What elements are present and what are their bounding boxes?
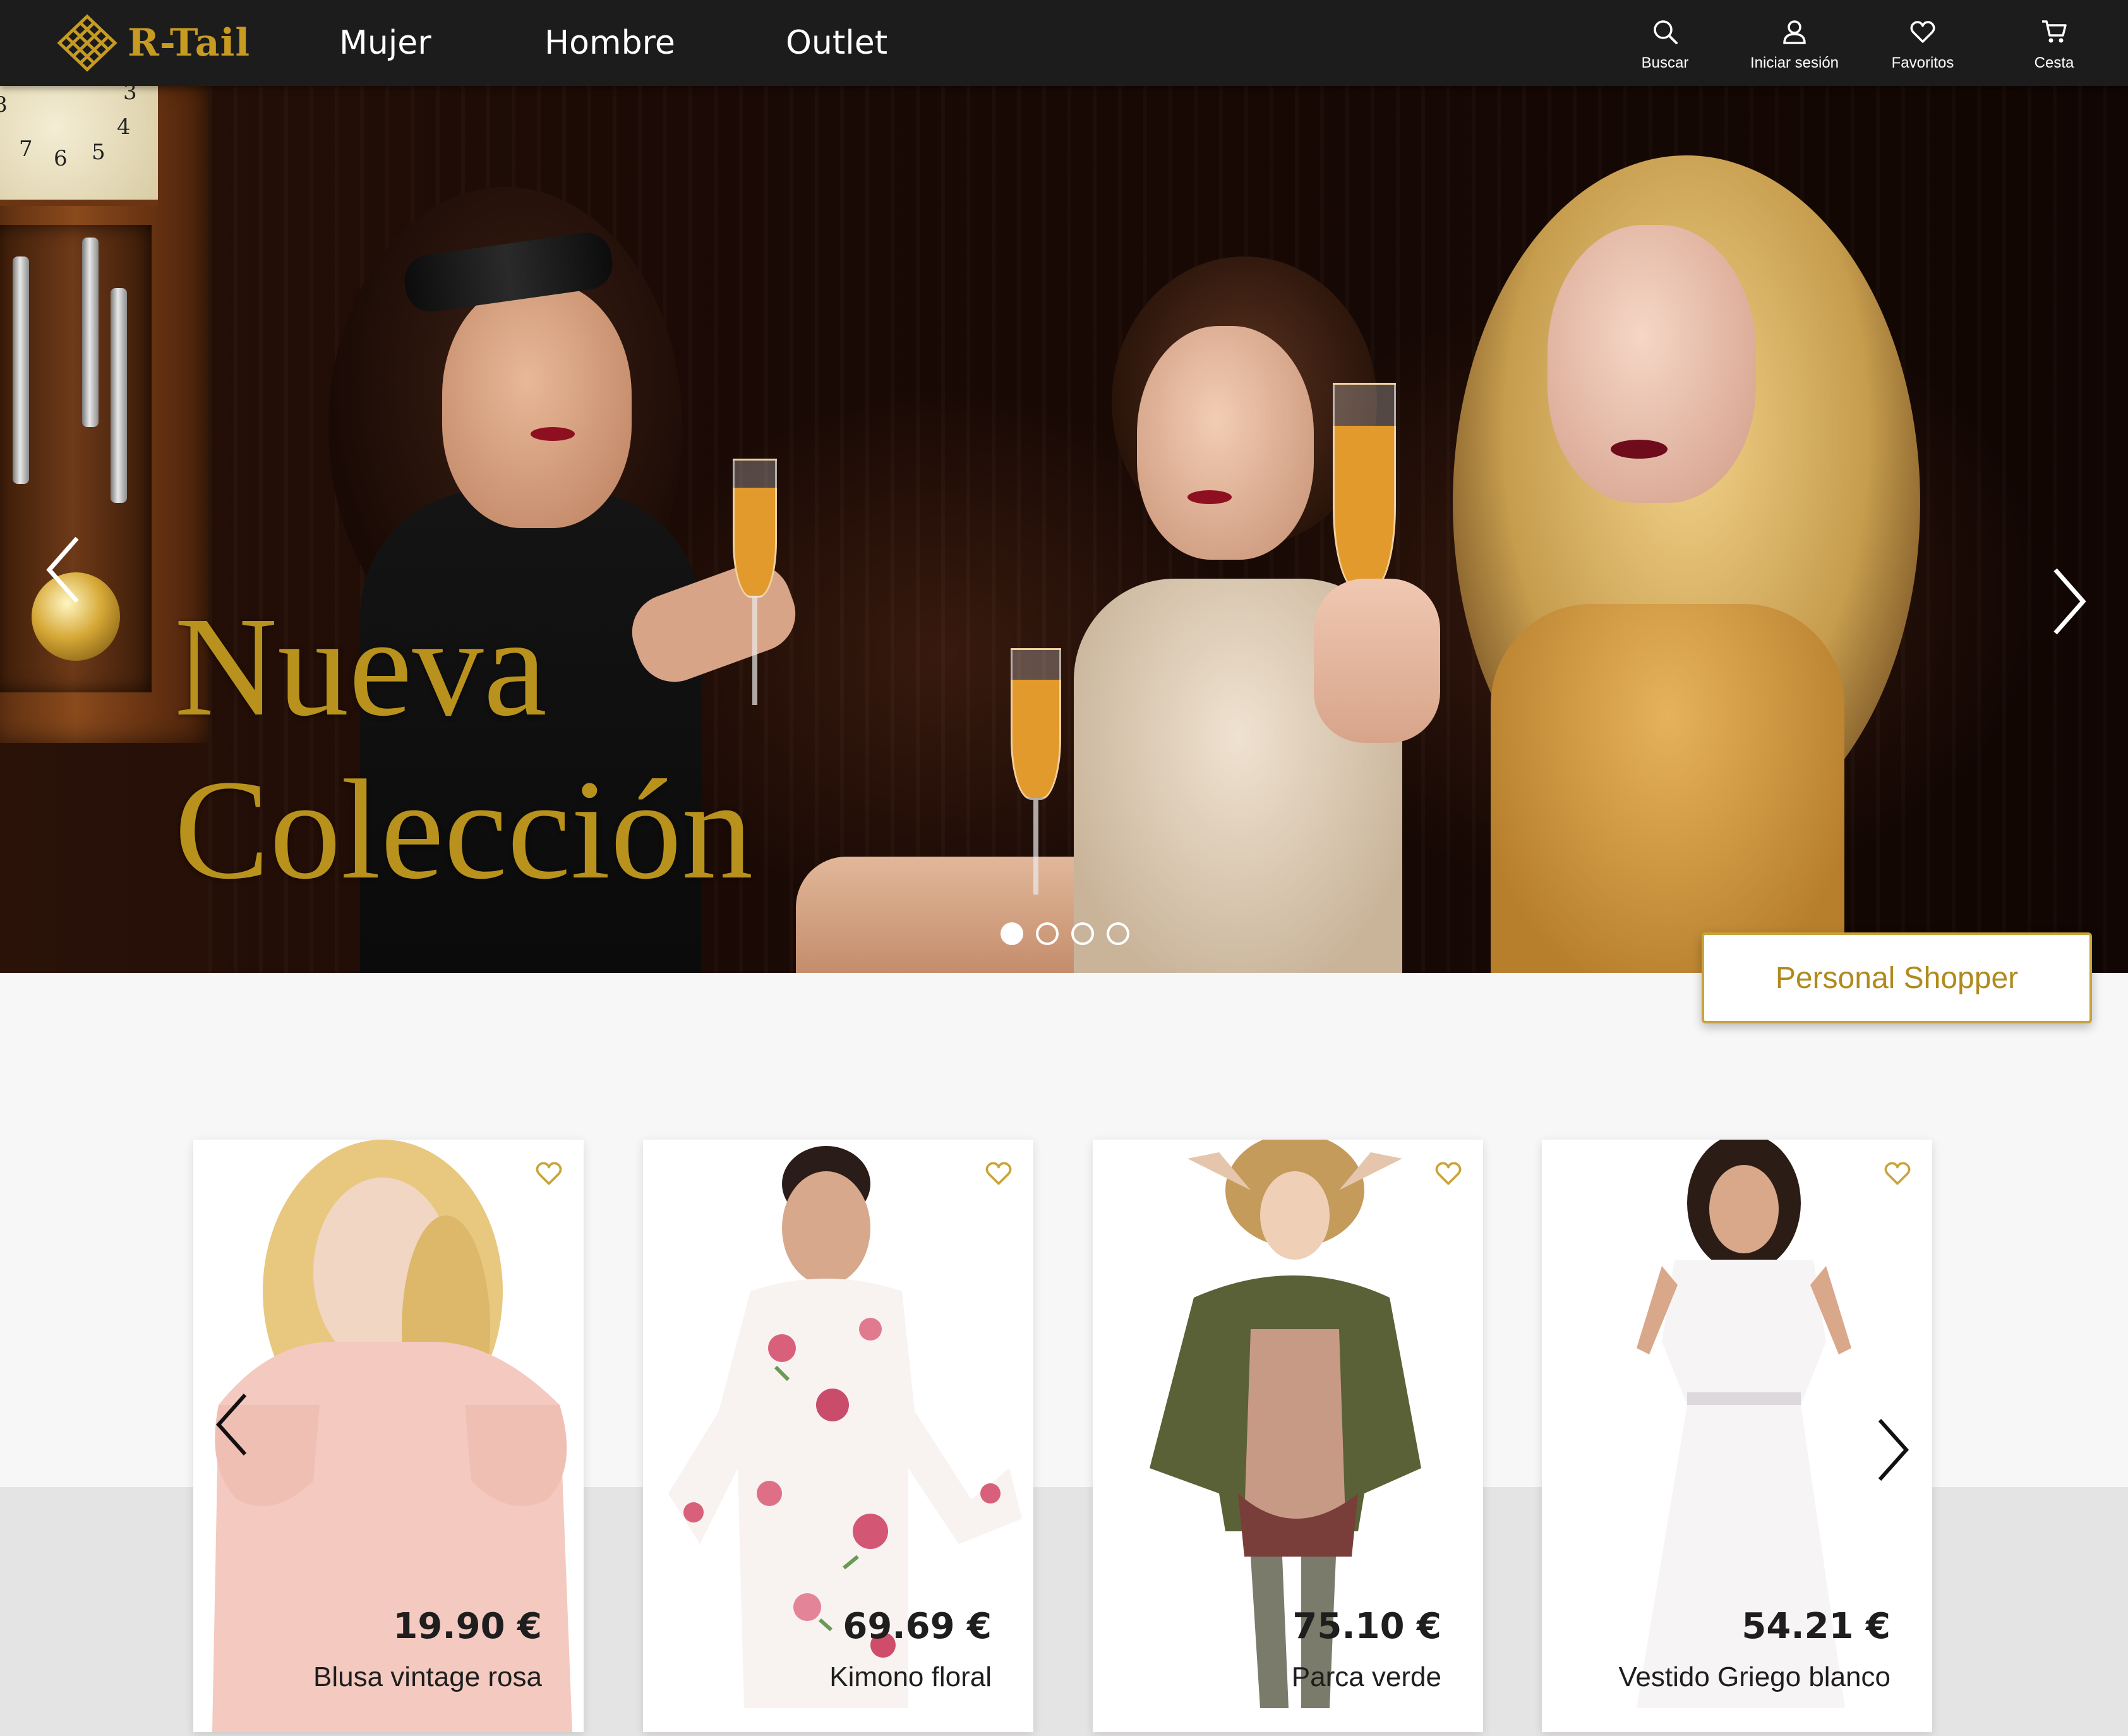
product-name[interactable]: Kimono floral [829,1661,992,1693]
brand-logo[interactable]: R-Tail [56,13,250,73]
chevron-left-icon [46,536,79,603]
clock-face: 8 7 6 5 4 3 [0,86,158,206]
carousel-pagination [1001,922,1129,945]
login-button[interactable]: Iniciar sesión [1725,18,1864,72]
clock-numeral: 4 [117,114,131,140]
nav-link-hombre[interactable]: Hombre [544,24,675,62]
heart-icon [1910,21,1935,43]
clock-numeral: 3 [123,86,137,105]
carousel-dot-4[interactable] [1107,922,1129,945]
clock-numeral: 5 [92,140,105,165]
favorite-heart-button[interactable] [534,1159,563,1188]
hero-prev-button[interactable] [42,532,86,608]
favorites-button[interactable]: Favoritos [1853,18,1992,72]
product-price: 69.69 € [843,1606,992,1647]
clock-numeral: 8 [0,92,8,118]
favorite-heart-button[interactable] [1434,1159,1463,1188]
top-navigation-bar: R-Tail Mujer Hombre Outlet Buscar Inicia… [0,0,2128,86]
hero-carousel: 8 7 6 5 4 3 Nueva Colección [0,86,2128,973]
product-price: 75.10 € [1292,1606,1441,1647]
logo-knot-icon [57,14,117,72]
hero-title: Nueva Colección [174,585,753,911]
product-name[interactable]: Vestido Griego blanco [1618,1661,1891,1693]
search-icon [1654,20,1678,44]
clock-weight [111,288,127,503]
chevron-right-icon [2053,568,2086,635]
products-prev-button[interactable] [212,1390,253,1459]
clock-weight [82,238,99,427]
brand-name: R-Tail [128,21,251,65]
hero-title-line-1: Nueva [174,588,547,745]
favorite-heart-button[interactable] [1883,1159,1912,1188]
login-label: Iniciar sesión [1750,54,1839,71]
product-card[interactable]: 69.69 € Kimono floral [643,1140,1033,1732]
cart-label: Cesta [2034,54,2074,71]
personal-shopper-button[interactable]: Personal Shopper [1702,932,2092,1023]
nav-link-mujer[interactable]: Mujer [339,24,431,62]
user-icon [1783,20,1806,44]
cart-button[interactable]: Cesta [1985,18,2124,72]
products-next-button[interactable] [1872,1415,1913,1485]
clock-numeral: 6 [54,146,68,171]
nav-link-outlet[interactable]: Outlet [786,24,887,62]
clock-weight [13,256,29,484]
heart-outline-icon [1884,1162,1911,1185]
carousel-dot-1[interactable] [1001,922,1023,945]
product-price: 19.90 € [393,1606,542,1647]
hero-title-line-2: Colección [174,750,754,908]
chevron-right-icon [1878,1419,1909,1481]
chevron-left-icon [215,1394,247,1456]
product-price: 54.21 € [1741,1606,1891,1647]
search-button[interactable]: Buscar [1596,18,1734,72]
heart-outline-icon [1435,1162,1462,1185]
heart-outline-icon [536,1162,562,1185]
favorites-label: Favoritos [1891,54,1954,71]
favorite-heart-button[interactable] [984,1159,1013,1188]
carousel-dot-2[interactable] [1036,922,1059,945]
clock-numeral: 7 [19,136,33,162]
heart-outline-icon [985,1162,1012,1185]
product-name[interactable]: Parca verde [1292,1661,1441,1693]
carousel-dot-3[interactable] [1071,922,1094,945]
product-name[interactable]: Blusa vintage rosa [313,1661,542,1693]
cart-icon [2042,20,2067,43]
search-label: Buscar [1641,54,1689,71]
product-card[interactable]: 75.10 € Parca verde [1093,1140,1483,1732]
hero-next-button[interactable] [2047,564,2091,639]
